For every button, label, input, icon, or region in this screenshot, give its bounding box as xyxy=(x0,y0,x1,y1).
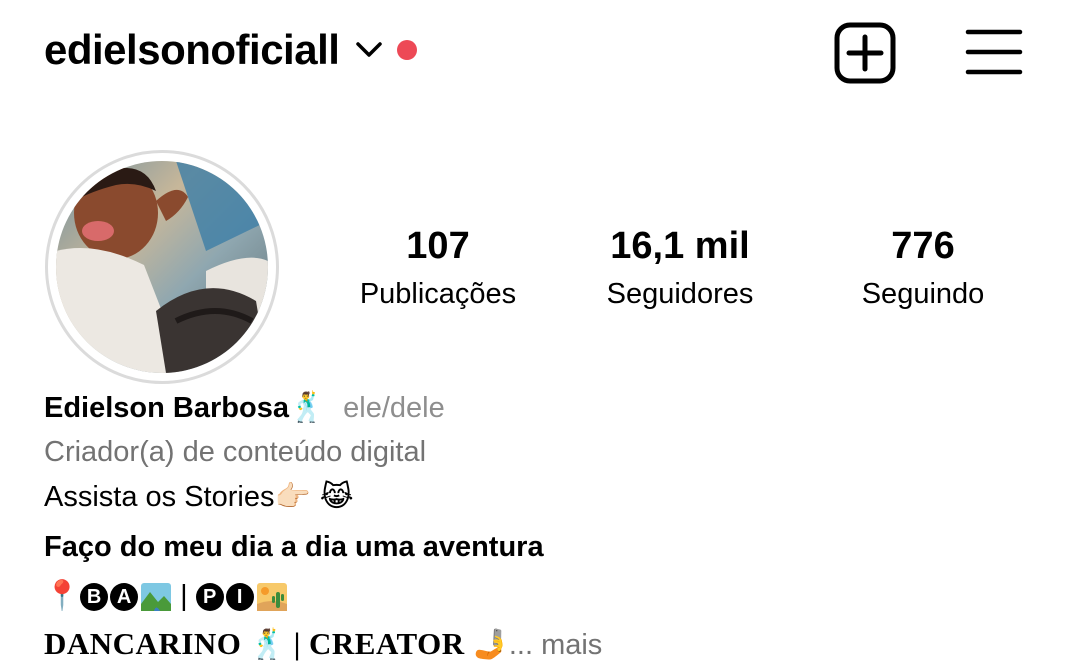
bio-location-line: 📍 B A | P I xyxy=(44,573,1044,618)
new-post-icon xyxy=(834,22,896,84)
stat-following[interactable]: 776 Seguindo xyxy=(803,222,1043,314)
more-link[interactable]: ... mais xyxy=(509,629,602,661)
creator-title: CREATOR xyxy=(309,626,465,661)
posts-label: Publicações xyxy=(359,278,517,310)
followers-label: Seguidores xyxy=(606,278,754,310)
followers-count: 16,1 mil xyxy=(610,225,750,267)
dancer-title: DANCARINO xyxy=(44,626,242,661)
bio-stories-line: Assista os Stories👉🏻 😹 xyxy=(44,474,1044,519)
pointing-emoji: 👉🏻 😹 xyxy=(274,479,354,513)
menu-icon xyxy=(965,29,1023,75)
dancer-emoji-2: 🕺 xyxy=(249,627,286,661)
chevron-down-icon[interactable] xyxy=(353,34,385,66)
bio-last-line: DANCARINO 🕺 | CREATOR 🤳... mais xyxy=(44,622,1044,667)
stories-text: Assista os Stories xyxy=(44,481,275,513)
dancer-emoji: 🕺 xyxy=(288,390,326,424)
posts-count: 107 xyxy=(406,225,470,267)
bio-tagline: Faço do meu dia a dia uma aventura xyxy=(44,531,544,563)
menu-button[interactable] xyxy=(962,20,1026,84)
profile-bio: Edielson Barbosa🕺 ele/dele Criador(a) de… xyxy=(44,385,1044,667)
letter-i-badge: I xyxy=(225,583,254,612)
new-post-button[interactable] xyxy=(832,20,898,86)
display-name: Edielson Barbosa xyxy=(44,392,289,424)
username-title[interactable]: edielsonoficiall xyxy=(44,24,340,76)
pipe-separator: | xyxy=(293,626,301,661)
profile-avatar[interactable] xyxy=(45,150,279,384)
letter-a-badge: A xyxy=(110,583,139,612)
letter-b-badge: B xyxy=(80,583,109,612)
following-label: Seguindo xyxy=(861,278,985,310)
bio-name-line: Edielson Barbosa🕺 ele/dele xyxy=(44,385,1044,430)
desert-emoji xyxy=(256,583,287,612)
profile-header: edielsonoficiall xyxy=(44,24,418,76)
following-count: 776 xyxy=(891,225,955,267)
landscape-emoji xyxy=(141,583,172,612)
stat-posts[interactable]: 107 Publicações xyxy=(318,222,558,314)
avatar xyxy=(56,161,268,373)
category-label: Criador(a) de conteúdo digital xyxy=(44,436,427,468)
stat-followers[interactable]: 16,1 mil Seguidores xyxy=(560,222,800,314)
location-separator: | xyxy=(180,580,188,612)
notification-dot xyxy=(397,40,418,60)
pin-emoji: 📍 xyxy=(44,578,81,612)
profile-photo xyxy=(56,161,268,373)
selfie-emoji: 🤳 xyxy=(472,627,509,661)
letter-p-badge: P xyxy=(195,583,224,612)
pronouns: ele/dele xyxy=(343,392,445,424)
